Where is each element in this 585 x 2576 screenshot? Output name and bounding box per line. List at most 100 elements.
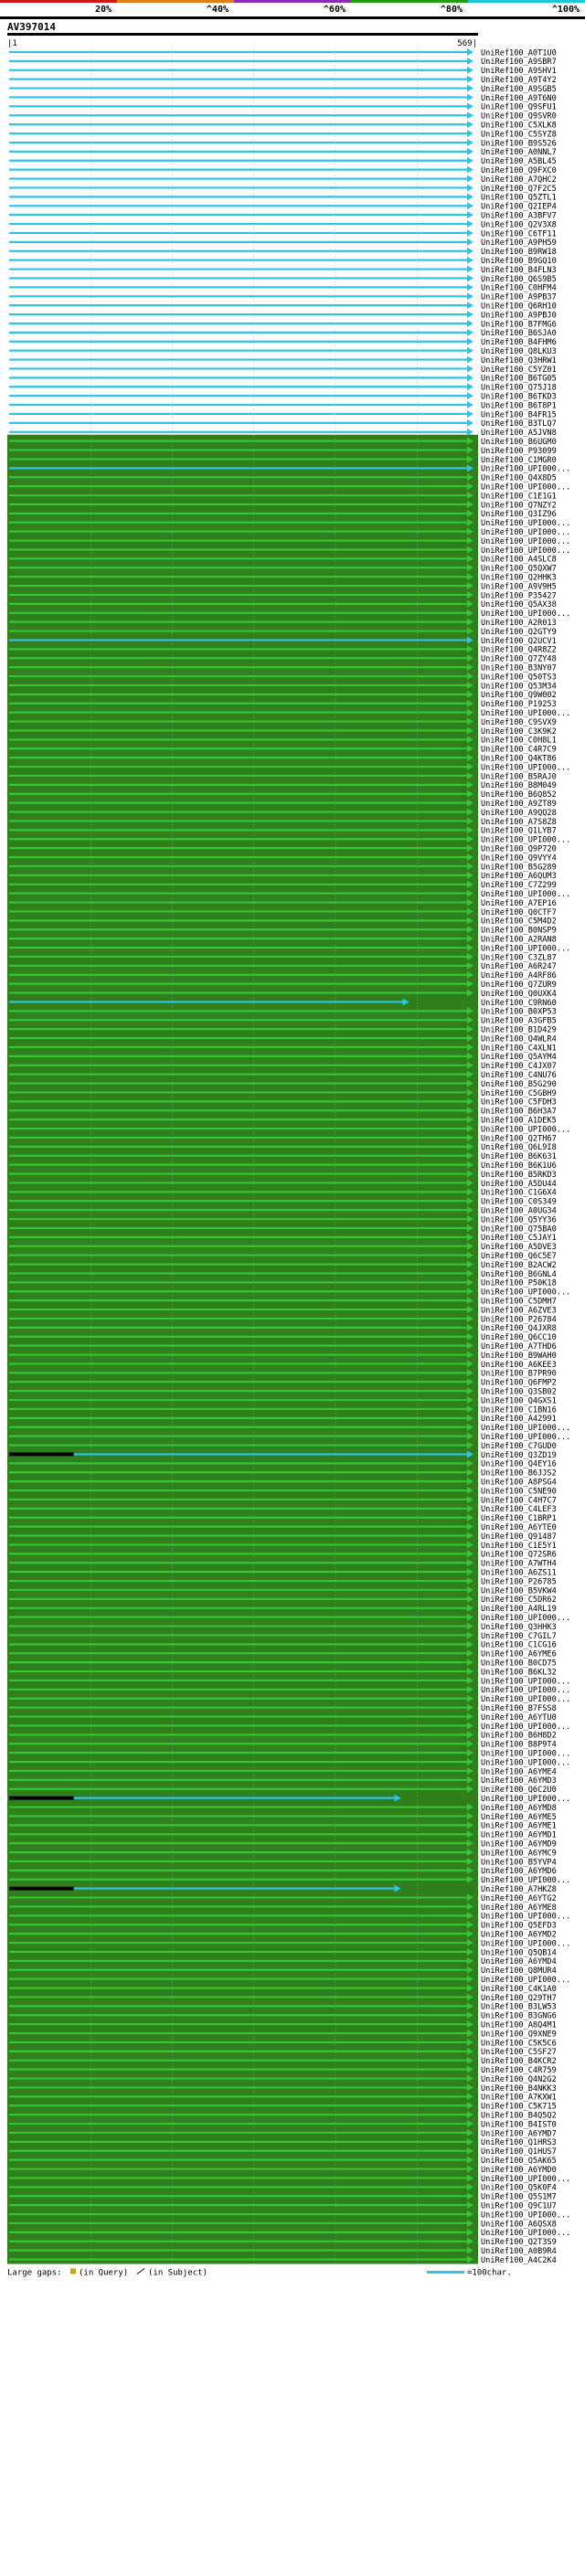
hit-label[interactable]: UniRef100_Q5S1M7 (481, 2193, 557, 2202)
hit-label[interactable]: UniRef100_C9SVX9 (481, 718, 557, 727)
hit-label[interactable]: UniRef100_C5XLK8 (481, 121, 557, 130)
hit-label[interactable]: UniRef100_Q50TS3 (481, 673, 557, 682)
hit-label[interactable]: UniRef100_UPI000... (481, 1677, 570, 1686)
hit-label[interactable]: UniRef100_Q7ZUR9 (481, 981, 557, 990)
hit-label[interactable]: UniRef100_Q75BA0 (481, 1224, 557, 1234)
hit-label[interactable]: UniRef100_C5K5C6 (481, 2039, 557, 2048)
hit-label[interactable]: UniRef100_Q9FXC0 (481, 166, 557, 175)
hit-label[interactable]: UniRef100_B5YVP4 (481, 1858, 557, 1867)
hit-label[interactable]: UniRef100_A5JVN8 (481, 429, 557, 438)
hit-label[interactable]: UniRef100_A9ZT89 (481, 800, 557, 809)
hit-label[interactable]: UniRef100_A2RAN8 (481, 935, 557, 944)
hit-label[interactable]: UniRef100_C5NE90 (481, 1487, 557, 1496)
hit-label[interactable]: UniRef100_A9V9H5 (481, 582, 557, 591)
hit-label[interactable]: UniRef100_UPI000... (481, 1749, 570, 1758)
hit-label[interactable]: UniRef100_B0XP53 (481, 1008, 557, 1017)
hit-label[interactable]: UniRef100_Q5EFD3 (481, 1922, 557, 1931)
hit-label[interactable]: UniRef100_A6YME8 (481, 1903, 557, 1913)
hit-label[interactable]: UniRef100_A7S8Z8 (481, 818, 557, 827)
hit-label[interactable]: UniRef100_UPI000... (481, 1976, 570, 1985)
hit-label[interactable]: UniRef100_A7EP16 (481, 899, 557, 908)
hit-label[interactable]: UniRef100_A0NNL7 (481, 148, 557, 157)
hit-label[interactable]: UniRef100_B4FR15 (481, 410, 557, 419)
hit-label[interactable]: UniRef100_Q3ZD19 (481, 1451, 557, 1460)
hit-label[interactable]: UniRef100_A9SGB5 (481, 85, 557, 94)
hit-label[interactable]: UniRef100_A7KXW1 (481, 2094, 557, 2103)
hit-label[interactable]: UniRef100_A6YTU0 (481, 1713, 557, 1723)
hit-label[interactable]: UniRef100_C7GIL7 (481, 1632, 557, 1641)
hit-label[interactable]: UniRef100_P93099 (481, 447, 557, 456)
hit-label[interactable]: UniRef100_C5GBH9 (481, 1089, 557, 1098)
hit-label[interactable]: UniRef100_C4R759 (481, 2066, 557, 2075)
hit-label[interactable]: UniRef100_UPI000... (481, 1913, 570, 1922)
hit-label[interactable]: UniRef100_C7Z299 (481, 881, 557, 890)
hit-label[interactable]: UniRef100_A1DEK5 (481, 1116, 557, 1125)
hit-label[interactable]: UniRef100_A8Q4M1 (481, 2020, 557, 2030)
hit-label[interactable]: UniRef100_C4JX07 (481, 1062, 557, 1071)
hit-label[interactable]: UniRef100_Q6C5E7 (481, 1252, 557, 1261)
hit-label[interactable]: UniRef100_P26785 (481, 1577, 557, 1586)
hit-label[interactable]: UniRef100_B3LW53 (481, 2003, 557, 2012)
hit-label[interactable]: UniRef100_A0T1U0 (481, 48, 557, 58)
hit-label[interactable]: UniRef100_A9QQ28 (481, 809, 557, 818)
hit-label[interactable]: UniRef100_P26784 (481, 1315, 557, 1324)
hit-label[interactable]: UniRef100_A0B9R4 (481, 2247, 557, 2256)
hit-label[interactable]: UniRef100_B6K631 (481, 1152, 557, 1161)
hit-label[interactable]: UniRef100_UPI000... (481, 1695, 570, 1704)
hit-label[interactable]: UniRef100_Q3SB02 (481, 1387, 557, 1396)
hit-label[interactable]: UniRef100_UPI000... (481, 2210, 570, 2220)
hit-label[interactable]: UniRef100_Q5QB14 (481, 1948, 557, 1957)
hit-label[interactable]: UniRef100_C9RN60 (481, 999, 557, 1008)
hit-label[interactable]: UniRef100_Q29TH7 (481, 1994, 557, 2003)
hit-label[interactable]: UniRef100_C4H7C7 (481, 1496, 557, 1505)
hit-label[interactable]: UniRef100_Q4N2G2 (481, 2075, 557, 2084)
hit-label[interactable]: UniRef100_B1D429 (481, 1025, 557, 1034)
hit-label[interactable]: UniRef100_UPI000... (481, 519, 570, 528)
hit-label[interactable]: UniRef100_Q4R8Z2 (481, 646, 557, 655)
hit-label[interactable]: UniRef100_UPI000... (481, 944, 570, 953)
hit-label[interactable]: UniRef100_A6YME5 (481, 1813, 557, 1822)
hit-label[interactable]: UniRef100_C1BN16 (481, 1405, 557, 1415)
hit-label[interactable]: UniRef100_A5DVE3 (481, 1243, 557, 1252)
hit-label[interactable]: UniRef100_A6QSX8 (481, 2220, 557, 2229)
hit-label[interactable]: UniRef100_Q3IZ96 (481, 510, 557, 519)
hit-label[interactable]: UniRef100_A6ZVE3 (481, 1306, 557, 1315)
hit-label[interactable]: UniRef100_Q2TH67 (481, 1134, 557, 1143)
hit-label[interactable]: UniRef100_C4LEF3 (481, 1505, 557, 1514)
hit-label[interactable]: UniRef100_B4Q5Q2 (481, 2111, 557, 2120)
hit-label[interactable]: UniRef100_C3K9K2 (481, 727, 557, 737)
hit-label[interactable]: UniRef100_Q6C2U0 (481, 1786, 557, 1795)
hit-label[interactable]: UniRef100_Q6S9B5 (481, 275, 557, 284)
hit-label[interactable]: UniRef100_UPI000... (481, 1424, 570, 1433)
hit-label[interactable]: UniRef100_C5JAY1 (481, 1234, 557, 1243)
hit-label[interactable]: UniRef100_Q9XNE9 (481, 2030, 557, 2039)
hit-label[interactable]: UniRef100_Q5AYM4 (481, 1053, 557, 1062)
hit-label[interactable]: UniRef100_Q2T3S9 (481, 2238, 557, 2247)
hit-label[interactable]: UniRef100_B3NY07 (481, 663, 557, 673)
hit-label[interactable]: UniRef100_A3GFB5 (481, 1017, 557, 1026)
hit-label[interactable]: UniRef100_A6YTG2 (481, 1894, 557, 1903)
hit-label[interactable]: UniRef100_Q0CTF7 (481, 908, 557, 917)
hit-label[interactable]: UniRef100_UPI000... (481, 1125, 570, 1134)
hit-label[interactable]: UniRef100_C0H8L1 (481, 737, 557, 746)
hit-label[interactable]: UniRef100_UPI000... (481, 1939, 570, 1948)
hit-label[interactable]: UniRef100_B6H8D2 (481, 1732, 557, 1741)
hit-label[interactable]: UniRef100_A6YMD1 (481, 1831, 557, 1840)
hit-label[interactable]: UniRef100_A6YMD7 (481, 2129, 557, 2138)
hit-label[interactable]: UniRef100_B8P9T4 (481, 1741, 557, 1750)
hit-label[interactable]: UniRef100_UPI000... (481, 1758, 570, 1767)
hit-label[interactable]: UniRef100_Q2UCV1 (481, 637, 557, 646)
hit-label[interactable]: UniRef100_Q4X8D5 (481, 474, 557, 483)
hit-label[interactable]: UniRef100_UPI000... (481, 709, 570, 718)
hit-label[interactable]: UniRef100_A6YMD6 (481, 1867, 557, 1876)
hit-label[interactable]: UniRef100_Q6FMP2 (481, 1379, 557, 1388)
hit-label[interactable]: UniRef100_B6Q852 (481, 790, 557, 800)
hit-label[interactable]: UniRef100_Q5K0F4 (481, 2184, 557, 2193)
hit-label[interactable]: UniRef100_UPI000... (481, 537, 570, 546)
hit-label[interactable]: UniRef100_UPI000... (481, 465, 570, 474)
hit-label[interactable]: UniRef100_B4NKK3 (481, 2084, 557, 2094)
hit-label[interactable]: UniRef100_Q4WLR4 (481, 1034, 557, 1044)
hit-label[interactable]: UniRef100_Q4KT86 (481, 754, 557, 763)
hit-label[interactable]: UniRef100_B3TLQ7 (481, 419, 557, 429)
hit-label[interactable]: UniRef100_B6TKD3 (481, 392, 557, 401)
